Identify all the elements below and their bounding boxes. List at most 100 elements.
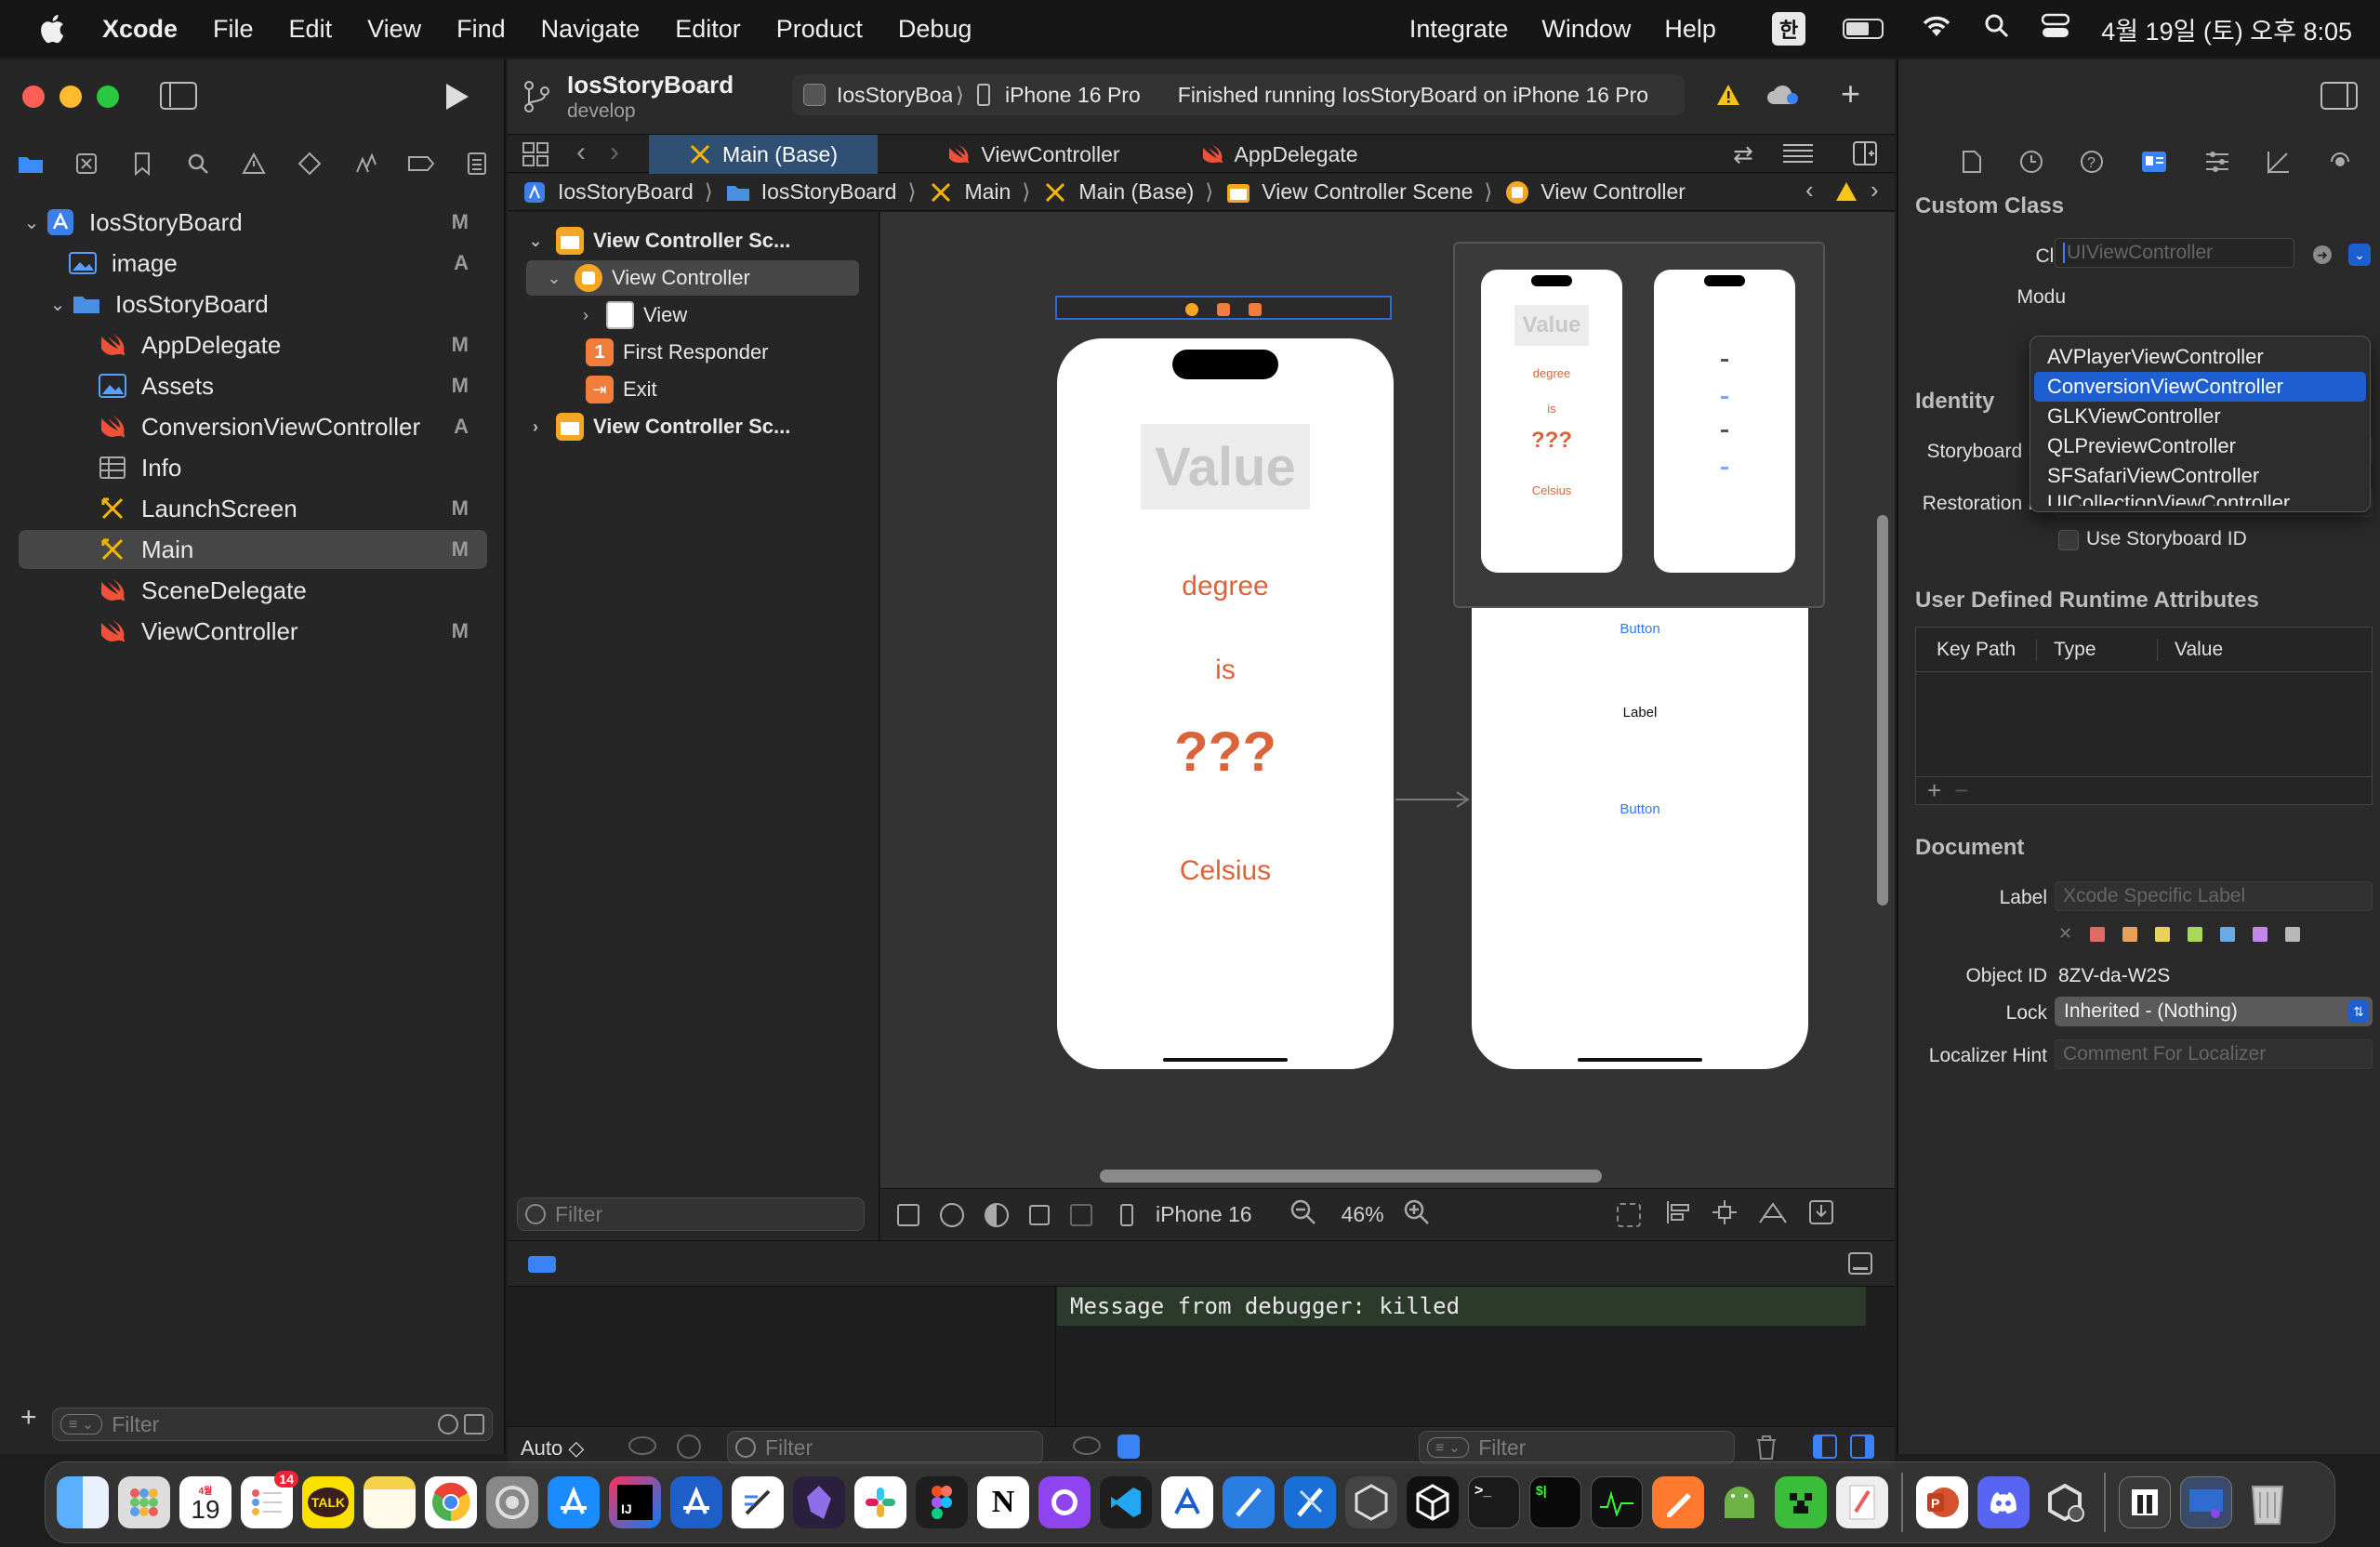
vertical-scrollbar[interactable]	[1877, 515, 1888, 906]
eye-icon[interactable]	[1073, 1436, 1101, 1455]
resolve-issues-icon[interactable]	[1758, 1200, 1788, 1230]
intellij-icon[interactable]: IJ	[609, 1476, 661, 1528]
forward-button[interactable]: ›	[610, 137, 619, 168]
scene-dock[interactable]	[1055, 296, 1392, 320]
crumb-scene[interactable]: View Controller Scene	[1226, 179, 1473, 205]
value-label[interactable]: Value	[1141, 424, 1310, 509]
use-storyboard-id-checkbox[interactable]	[2058, 530, 2079, 550]
exit-dock-icon[interactable]	[1249, 303, 1262, 316]
back-button[interactable]: ‹	[576, 137, 586, 168]
terminal-icon[interactable]: >_	[1468, 1476, 1520, 1528]
appearance-icon[interactable]	[985, 1202, 1009, 1227]
tab-viewcontroller[interactable]: ViewController	[913, 135, 1155, 174]
vc-dock-icon[interactable]	[1185, 303, 1198, 316]
console-output-toggle-icon[interactable]	[1117, 1435, 1140, 1459]
accessibility-icon[interactable]	[940, 1202, 964, 1227]
clock[interactable]: 4월 19일 (토) 오후 8:05	[2101, 11, 2352, 47]
update-frames-icon[interactable]	[1616, 1202, 1641, 1227]
control-center-icon[interactable]	[2041, 13, 2070, 46]
segue-arrow-icon[interactable]	[1394, 788, 1472, 815]
input-method-badge[interactable]: 한	[1771, 12, 1806, 46]
iterm-icon[interactable]: $|	[1529, 1476, 1581, 1528]
debug-area-toggle-icon[interactable]	[528, 1256, 556, 1273]
size-inspector-icon[interactable]	[2267, 150, 2291, 178]
embed-in-icon[interactable]	[1808, 1199, 1834, 1231]
vscode-icon[interactable]	[1100, 1476, 1152, 1528]
outline-view[interactable]: › View	[575, 298, 687, 333]
conversion-view-controller-scene[interactable]: Button Label Button	[1472, 608, 1808, 1069]
class-option[interactable]: AVPlayerViewController	[2034, 342, 2366, 372]
remove-attribute-button[interactable]: −	[1954, 776, 1968, 805]
tab-appdelegate[interactable]: AppDelegate	[1158, 135, 1400, 174]
android-studio-icon[interactable]	[1713, 1476, 1765, 1528]
find-icon[interactable]	[184, 150, 212, 178]
top-button[interactable]: Button	[1472, 621, 1808, 637]
instruments-icon[interactable]	[1161, 1476, 1213, 1528]
console-pane-toggle-icon[interactable]	[1850, 1435, 1874, 1459]
horizontal-scrollbar[interactable]	[1100, 1170, 1602, 1183]
info-icon[interactable]	[677, 1435, 701, 1459]
inspector-toggle-icon[interactable]	[2320, 82, 2358, 110]
label-color-red[interactable]	[2090, 926, 2106, 942]
crumb-view-controller[interactable]: View Controller	[1505, 179, 1686, 205]
disclosure-closed-icon[interactable]: ›	[575, 306, 597, 325]
disclosure-open-icon[interactable]: ⌄	[543, 269, 565, 288]
tree-item-info[interactable]: Info	[19, 448, 487, 487]
slack-icon[interactable]	[854, 1476, 906, 1528]
view-controller-scene[interactable]: Value degree is ??? Celsius	[1057, 338, 1394, 1069]
unity-icon[interactable]	[1407, 1476, 1459, 1528]
col-key-path[interactable]: Key Path	[1916, 638, 2037, 661]
xcode-beta-icon[interactable]	[1223, 1476, 1275, 1528]
figma-icon[interactable]	[916, 1476, 968, 1528]
warning-badge-icon[interactable]	[1716, 84, 1740, 111]
variation-icon[interactable]	[1070, 1203, 1092, 1226]
downloads-stack-icon[interactable]	[2119, 1476, 2171, 1528]
tree-item-assets[interactable]: Assets M	[19, 366, 487, 405]
class-field[interactable]: UIViewController	[2055, 238, 2294, 268]
app-store-icon[interactable]	[548, 1476, 600, 1528]
adjust-editor-icon[interactable]: ⇄	[1733, 140, 1753, 169]
minimize-window-button[interactable]	[60, 86, 82, 108]
degree-label[interactable]: degree	[1057, 571, 1394, 602]
next-issue-icon[interactable]: ›	[1871, 176, 1879, 205]
history-inspector-icon[interactable]	[2019, 150, 2043, 178]
outline-toggle-icon[interactable]	[897, 1203, 919, 1226]
tree-item-launchscreen[interactable]: LaunchScreen M	[19, 489, 487, 528]
tree-item-main[interactable]: Main M	[19, 530, 487, 569]
add-file-button[interactable]: +	[20, 1402, 37, 1434]
outline-first-responder[interactable]: 1 First Responder	[586, 335, 769, 370]
cloud-icon[interactable]	[1766, 84, 1800, 111]
run-button[interactable]	[444, 82, 470, 116]
col-value[interactable]: Value	[2158, 639, 2223, 661]
zoom-out-icon[interactable]	[1289, 1198, 1317, 1232]
variables-filter-field[interactable]: Filter	[727, 1431, 1043, 1464]
go-to-class-icon[interactable]: ➜	[2313, 245, 2332, 264]
tree-item-group[interactable]: ⌄ IosStoryBoard	[19, 284, 487, 324]
menu-integrate[interactable]: Integrate	[1409, 15, 1509, 44]
launchpad-icon[interactable]	[118, 1476, 170, 1528]
filter-options-icon[interactable]: ≡ ⌄	[1427, 1437, 1470, 1458]
bottom-button[interactable]: Button	[1472, 801, 1808, 817]
battery-icon[interactable]	[1843, 19, 1884, 39]
outline-exit[interactable]: ⇥ Exit	[586, 372, 657, 407]
add-constraints-icon[interactable]	[1712, 1199, 1738, 1231]
crumb-group[interactable]: IosStoryBoard	[726, 179, 896, 205]
identity-inspector-icon[interactable]	[2141, 151, 2167, 178]
discord-icon[interactable]	[1977, 1476, 2030, 1528]
textedit-icon[interactable]	[732, 1476, 784, 1528]
middle-label[interactable]: Label	[1472, 705, 1808, 721]
bookmark-icon[interactable]	[128, 150, 156, 178]
trash-dock-icon[interactable]	[2241, 1476, 2294, 1528]
tree-item-project[interactable]: ⌄ IosStoryBoard M	[19, 203, 487, 242]
outline-view-controller[interactable]: ⌄ View Controller	[526, 260, 859, 296]
label-color-blue[interactable]	[2220, 926, 2236, 942]
folder-icon[interactable]	[17, 150, 45, 178]
test-icon[interactable]	[296, 150, 324, 178]
minecraft-icon[interactable]	[1775, 1476, 1827, 1528]
calendar-icon[interactable]: 4월 19	[179, 1476, 231, 1528]
filter-options-icon[interactable]: ≡ ⌄	[60, 1414, 103, 1435]
device-icon[interactable]	[1120, 1203, 1133, 1226]
close-window-button[interactable]	[22, 86, 45, 108]
screenshot-stack-icon[interactable]	[2180, 1476, 2232, 1528]
class-completion-list[interactable]: AVPlayerViewController ConversionViewCon…	[2030, 336, 2371, 512]
